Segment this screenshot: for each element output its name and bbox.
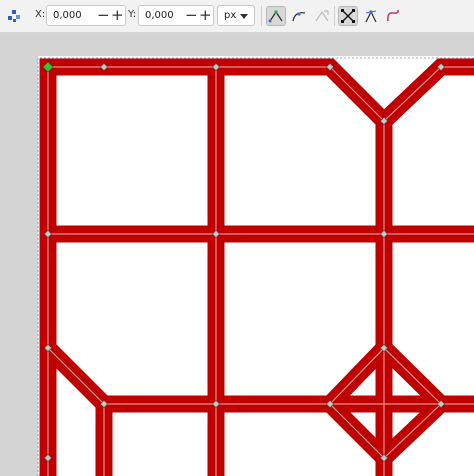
drawing-canvas[interactable]: [0, 0, 474, 476]
tile-stroke-outer[interactable]: [39, 58, 474, 476]
tile-path[interactable]: [39, 58, 474, 476]
